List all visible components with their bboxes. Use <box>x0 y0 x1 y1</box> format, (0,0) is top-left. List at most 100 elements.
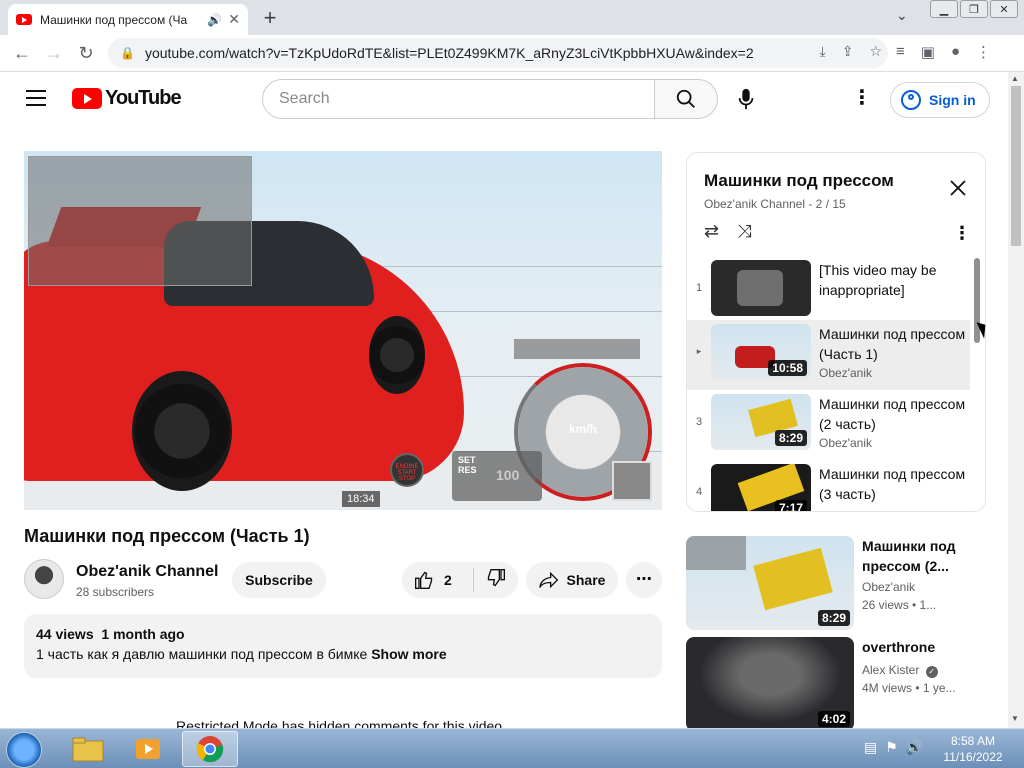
like-dislike-bar: 2 <box>402 562 518 598</box>
youtube-header: YouTube Search ⋮ Sign in <box>0 72 1008 128</box>
recommended-video[interactable]: 4:02 overthrone Alex Kister ✓ 4M views •… <box>686 637 986 731</box>
chrome-icon <box>196 736 224 763</box>
profile-icon[interactable]: ● <box>951 43 960 61</box>
recommended-title[interactable]: overthrone <box>862 637 982 657</box>
browser-tab[interactable]: Машинки под прессом (Ча 🔊 ✕ <box>8 4 248 35</box>
side-panel-icon[interactable]: ▣ <box>921 43 935 61</box>
clock-date: 11/16/2022 <box>943 750 1003 764</box>
start-button[interactable] <box>6 732 42 768</box>
install-app-icon[interactable]: ⤓ <box>820 43 826 60</box>
media-player-taskbar-button[interactable] <box>120 731 176 767</box>
playlist-item[interactable]: 3 8:29 Машинки под прессом (2 часть) Obe… <box>687 390 970 460</box>
description-text: 1 часть как я давлю машинки под прессом … <box>36 646 447 662</box>
youtube-play-icon <box>72 88 102 109</box>
youtube-favicon-icon <box>16 14 32 25</box>
recommended-channel[interactable]: Obez'anik <box>862 580 915 594</box>
minimize-button[interactable]: ▁ <box>930 0 958 18</box>
unavailable-face-icon <box>737 270 783 306</box>
close-playlist-icon[interactable] <box>949 179 967 197</box>
video-meta: 44 views 1 month ago <box>36 626 650 642</box>
youtube-logo[interactable]: YouTube <box>72 87 182 110</box>
taskbar-clock[interactable]: 8:58 AM 11/16/2022 <box>940 733 1006 765</box>
voice-search-button[interactable] <box>732 85 760 113</box>
channel-name[interactable]: Obez'anik Channel <box>76 563 219 581</box>
chrome-menu-icon[interactable]: ⋮ <box>976 43 991 61</box>
playlist-panel: Машинки под прессом Obez'anik Channel - … <box>686 152 986 512</box>
speed-unit: km/h <box>568 422 597 436</box>
restore-button[interactable]: ❐ <box>960 0 988 18</box>
playlist-item-current[interactable]: ▸ 10:58 Машинки под прессом (Часть 1) Ob… <box>687 320 970 390</box>
channel-avatar[interactable] <box>24 559 64 599</box>
playlist-thumbnail: 7:17 <box>711 464 811 511</box>
shuffle-icon[interactable]: ⤨ <box>737 221 751 242</box>
scroll-up-icon[interactable]: ▲ <box>1011 74 1019 83</box>
dislike-button[interactable] <box>474 568 518 593</box>
browser-titlebar: Машинки под прессом (Ча 🔊 ✕ + ⌄ ▁ ❐ ✕ <box>0 0 1024 35</box>
chrome-taskbar-button[interactable] <box>182 731 238 767</box>
back-arrow-icon[interactable]: ← <box>6 43 38 64</box>
playlist-title[interactable]: Машинки под прессом <box>704 171 894 191</box>
scroll-down-icon[interactable]: ▼ <box>1011 714 1019 723</box>
loop-playlist-icon[interactable]: ⇄ <box>704 221 719 242</box>
menu-hamburger-icon[interactable] <box>26 90 46 106</box>
volume-icon[interactable]: 🔊 <box>906 739 923 756</box>
playlist-menu-icon[interactable]: ⋮ <box>953 223 971 244</box>
recommended-channel[interactable]: Alex Kister ✓ <box>862 663 938 678</box>
new-tab-button[interactable]: + <box>258 5 282 31</box>
share-page-icon[interactable]: ⇪ <box>842 43 854 60</box>
show-more-button[interactable]: Show more <box>371 646 446 662</box>
media-control-icon[interactable]: ≡ <box>896 43 905 61</box>
url-text: youtube.com/watch?v=TzKpUdoRdTE&list=PLE… <box>144 45 754 61</box>
search-input[interactable]: Search <box>262 79 655 119</box>
window-controls: ▁ ❐ ✕ <box>930 0 1018 18</box>
cruise-control-panel: SET RES 100 <box>452 451 542 501</box>
playlist-scrollbar[interactable] <box>974 258 980 343</box>
playlist-item[interactable]: 4 7:17 Машинки под прессом (3 часть) <box>687 460 970 511</box>
action-center-icon[interactable]: ⚑ <box>885 739 898 756</box>
address-bar[interactable]: 🔒 youtube.com/watch?v=TzKpUdoRdTE&list=P… <box>108 38 888 68</box>
windows-taskbar: ▤ ⚑ 🔊 8:58 AM 11/16/2022 <box>0 728 1024 768</box>
hud-indicator-icons <box>514 339 640 359</box>
thumbs-up-icon <box>415 571 433 589</box>
thumbs-down-icon <box>487 568 505 586</box>
subscribe-button[interactable]: Subscribe <box>232 562 326 598</box>
search-icon <box>676 89 695 108</box>
more-actions-button[interactable]: ⋯ <box>626 562 662 598</box>
reload-icon[interactable]: ↻ <box>70 43 102 64</box>
tab-title: Машинки под прессом (Ча <box>40 12 188 27</box>
recommended-thumbnail[interactable]: 8:29 <box>686 536 854 630</box>
forward-arrow-icon[interactable]: → <box>38 43 70 64</box>
recommended-title[interactable]: Машинки под прессом (2... <box>862 536 982 576</box>
lock-icon[interactable]: 🔒 <box>120 46 135 60</box>
video-title: Машинки под прессом (Часть 1) <box>24 526 310 546</box>
engine-start-icon: ENGINE START STOP <box>390 453 424 487</box>
restricted-mode-notice: Restricted Mode has hidden comments for … <box>176 718 506 728</box>
tab-search-chevron-icon[interactable]: ⌄ <box>896 7 908 24</box>
scrollbar-thumb[interactable] <box>1011 86 1021 246</box>
like-button[interactable]: 2 <box>402 568 474 592</box>
clock-time: 8:58 AM <box>950 734 996 748</box>
recommended-video[interactable]: 8:29 Машинки под прессом (2... Obez'anik… <box>686 536 986 630</box>
explorer-taskbar-button[interactable] <box>60 731 116 767</box>
playlist-thumbnail: 10:58 <box>711 324 811 380</box>
close-window-button[interactable]: ✕ <box>990 0 1018 18</box>
playlist-item[interactable]: 1 [This video may be inappropriate] <box>687 256 970 320</box>
sign-in-button[interactable]: Sign in <box>890 82 990 118</box>
settings-kebab-icon[interactable]: ⋮ <box>852 88 872 108</box>
close-tab-icon[interactable]: ✕ <box>228 11 240 28</box>
page-scrollbar[interactable]: ▲ ▼ <box>1008 72 1024 728</box>
microphone-icon <box>738 88 754 110</box>
recommended-meta: 4M views • 1 ye... <box>862 681 956 695</box>
subscriber-count: 28 subscribers <box>76 585 155 599</box>
video-player[interactable]: km/h ENGINE START STOP SET RES 100 18:34 <box>24 151 662 510</box>
speaker-icon[interactable]: 🔊 <box>207 13 222 27</box>
share-button[interactable]: Share <box>526 562 618 598</box>
network-icon[interactable]: ▤ <box>864 739 877 756</box>
description-box[interactable]: 44 views 1 month ago 1 часть как я давлю… <box>24 614 662 678</box>
bookmark-star-icon[interactable]: ☆ <box>869 43 882 60</box>
recommended-meta: 26 views • 1... <box>862 598 937 612</box>
playlist-thumbnail: 8:29 <box>711 394 811 450</box>
recommended-thumbnail[interactable]: 4:02 <box>686 637 854 731</box>
search-button[interactable] <box>654 79 718 119</box>
account-icon <box>901 90 921 110</box>
